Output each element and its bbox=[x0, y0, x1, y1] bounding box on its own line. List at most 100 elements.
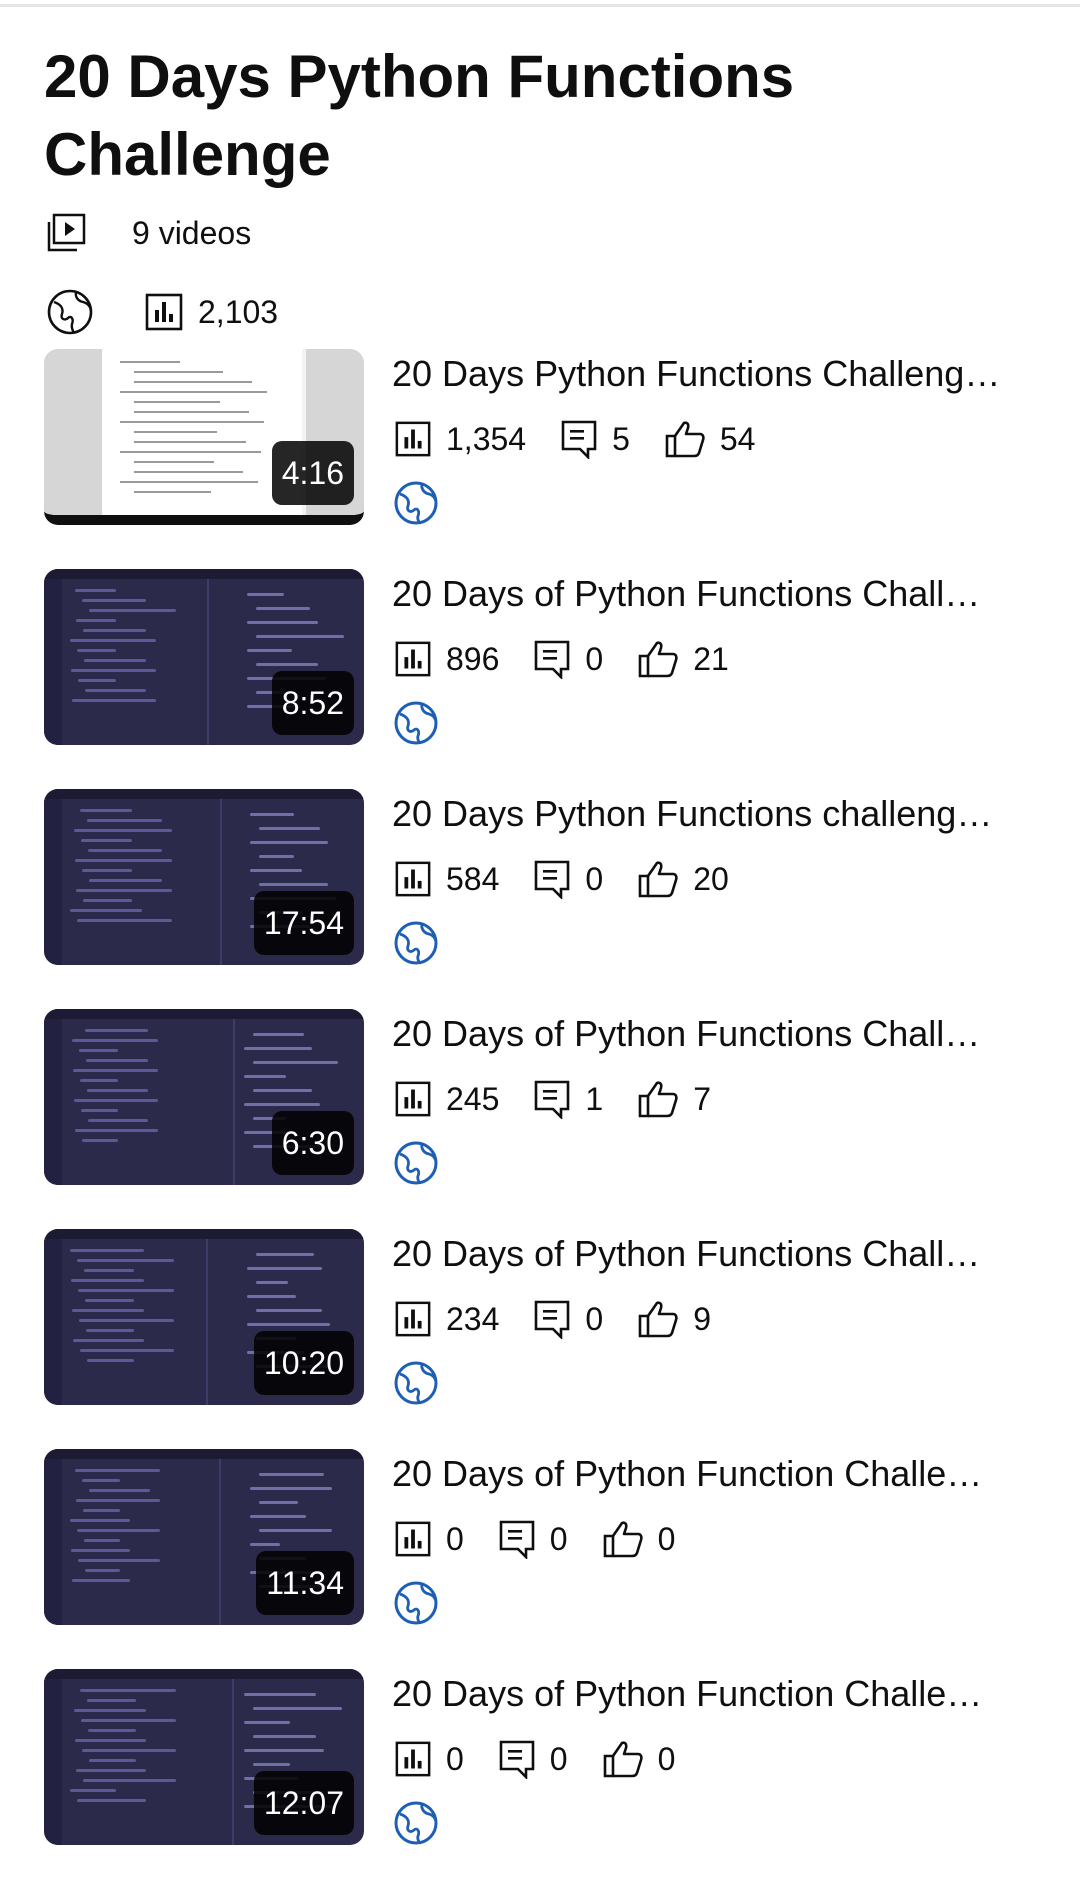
thumbnail-code-line bbox=[74, 829, 172, 832]
like-count: 21 bbox=[693, 640, 729, 677]
thumbnail-code-line bbox=[75, 1469, 160, 1472]
thumbnail-doc-margin bbox=[44, 349, 102, 515]
comment-icon[interactable] bbox=[533, 1299, 571, 1339]
thumbnail-code-line bbox=[83, 899, 132, 902]
video-title[interactable]: 20 Days of Python Functions Chall… bbox=[392, 571, 1042, 617]
like-count: 9 bbox=[693, 1300, 711, 1337]
video-title[interactable]: 20 Days of Python Functions Chall… bbox=[392, 1011, 1042, 1057]
video-item[interactable]: 10:20 20 Days of Python Functions Chall…… bbox=[0, 1229, 1080, 1449]
thumbnail-code-line bbox=[89, 1759, 136, 1762]
thumbnail-doc-line bbox=[120, 481, 258, 483]
thumbnail-doc-line bbox=[120, 421, 264, 423]
globe-icon[interactable] bbox=[392, 1359, 440, 1407]
thumbnail-doc-line bbox=[120, 451, 261, 453]
video-item[interactable]: 6:30 20 Days of Python Functions Chall… … bbox=[0, 1009, 1080, 1229]
thumbnail-output-line bbox=[247, 621, 318, 624]
comment-icon[interactable] bbox=[560, 419, 598, 459]
thumbnail-code-line bbox=[81, 1719, 176, 1722]
thumbnail-editor-sidebar bbox=[44, 1459, 62, 1625]
thumbnail-code-line bbox=[72, 1039, 158, 1042]
thumbs-up-icon[interactable] bbox=[637, 1299, 679, 1339]
thumbnail-code-line bbox=[71, 1279, 144, 1282]
thumbnail-output-line bbox=[253, 1061, 338, 1064]
thumbnail-pane-divider bbox=[220, 799, 222, 965]
video-thumbnail[interactable]: 6:30 bbox=[44, 1009, 364, 1185]
video-duration: 12:07 bbox=[253, 1771, 354, 1835]
thumbnail-output-line bbox=[259, 855, 294, 858]
video-item[interactable]: 4:16 20 Days Python Functions Challeng… … bbox=[0, 349, 1080, 569]
globe-icon[interactable] bbox=[392, 699, 440, 747]
thumbnail-code-line bbox=[73, 1069, 158, 1072]
globe-icon[interactable] bbox=[392, 1579, 440, 1627]
video-item[interactable]: 11:34 20 Days of Python Function Challe…… bbox=[0, 1449, 1080, 1669]
globe-icon[interactable] bbox=[392, 1139, 440, 1187]
video-title[interactable]: 20 Days of Python Functions Chall… bbox=[392, 1231, 1042, 1277]
comment-count: 5 bbox=[612, 420, 630, 457]
video-duration: 11:34 bbox=[256, 1551, 354, 1615]
playlist-play-icon bbox=[46, 213, 86, 253]
thumbnail-output-line bbox=[256, 635, 344, 638]
thumbs-up-icon[interactable] bbox=[637, 1079, 679, 1119]
video-thumbnail[interactable]: 12:07 bbox=[44, 1669, 364, 1845]
comment-icon[interactable] bbox=[498, 1739, 536, 1779]
view-count: 896 bbox=[446, 640, 500, 677]
video-title[interactable]: 20 Days of Python Function Challe… bbox=[392, 1671, 1042, 1717]
thumbs-up-icon[interactable] bbox=[637, 639, 679, 679]
thumbnail-code-line bbox=[77, 649, 116, 652]
comment-icon[interactable] bbox=[498, 1519, 536, 1559]
thumbnail-doc-line bbox=[134, 491, 211, 493]
thumbnail-code-line bbox=[75, 1739, 146, 1742]
globe-icon[interactable] bbox=[392, 919, 440, 967]
video-thumbnail[interactable]: 10:20 bbox=[44, 1229, 364, 1405]
globe-icon[interactable] bbox=[46, 288, 94, 336]
video-duration: 8:52 bbox=[271, 671, 354, 735]
thumbnail-pane-divider bbox=[233, 1019, 235, 1185]
globe-icon[interactable] bbox=[392, 1799, 440, 1847]
thumbnail-output-line bbox=[253, 1089, 312, 1092]
thumbnail-code-line bbox=[72, 1579, 130, 1582]
video-item[interactable]: 8:52 20 Days of Python Functions Chall… … bbox=[0, 569, 1080, 789]
thumbnail-doc-line bbox=[134, 381, 252, 383]
thumbnail-code-line bbox=[84, 1269, 134, 1272]
thumbnail-output-line bbox=[259, 1473, 324, 1476]
thumbnail-code-line bbox=[82, 599, 146, 602]
video-thumbnail[interactable]: 11:34 bbox=[44, 1449, 364, 1625]
thumbnail-code-line bbox=[81, 839, 132, 842]
thumbnail-code-line bbox=[82, 1479, 120, 1482]
thumbnail-code-line bbox=[80, 1079, 118, 1082]
video-title[interactable]: 20 Days Python Functions Challeng… bbox=[392, 351, 1042, 397]
globe-icon[interactable] bbox=[392, 479, 440, 527]
thumbnail-code-line bbox=[89, 1489, 150, 1492]
video-thumbnail[interactable]: 17:54 bbox=[44, 789, 364, 965]
video-item[interactable]: 12:07 20 Days of Python Function Challe…… bbox=[0, 1669, 1080, 1889]
video-item[interactable]: 17:54 20 Days Python Functions challeng…… bbox=[0, 789, 1080, 1009]
bar-chart-icon bbox=[394, 1520, 432, 1558]
thumbs-up-icon[interactable] bbox=[664, 419, 706, 459]
thumbnail-code-line bbox=[87, 1089, 148, 1092]
view-count: 584 bbox=[446, 860, 500, 897]
thumbnail-output-line bbox=[244, 1721, 290, 1724]
thumbs-up-icon[interactable] bbox=[637, 859, 679, 899]
comment-count: 0 bbox=[549, 1520, 568, 1557]
video-title[interactable]: 20 Days of Python Function Challe… bbox=[392, 1451, 1042, 1497]
video-title[interactable]: 20 Days Python Functions challeng… bbox=[392, 791, 1042, 837]
thumbnail-output-line bbox=[244, 1047, 312, 1050]
thumbnail-code-line bbox=[71, 1549, 130, 1552]
like-count: 54 bbox=[719, 420, 756, 457]
thumbnail-editor-sidebar bbox=[44, 1019, 62, 1185]
thumbs-up-icon[interactable] bbox=[602, 1519, 644, 1559]
thumbnail-code-line bbox=[75, 859, 172, 862]
comment-icon[interactable] bbox=[533, 1079, 571, 1119]
comment-count: 1 bbox=[585, 1080, 604, 1117]
comment-icon[interactable] bbox=[533, 859, 571, 899]
comment-icon[interactable] bbox=[533, 639, 571, 679]
thumbnail-doc-line bbox=[134, 411, 249, 413]
video-thumbnail[interactable]: 8:52 bbox=[44, 569, 364, 745]
video-thumbnail[interactable]: 4:16 bbox=[44, 349, 364, 525]
thumbnail-output-line bbox=[244, 1075, 286, 1078]
thumbnail-output-line bbox=[259, 827, 320, 830]
video-duration: 4:16 bbox=[271, 441, 354, 505]
like-count: 0 bbox=[657, 1740, 676, 1777]
thumbnail-editor-sidebar bbox=[44, 1239, 62, 1405]
thumbs-up-icon[interactable] bbox=[602, 1739, 644, 1779]
